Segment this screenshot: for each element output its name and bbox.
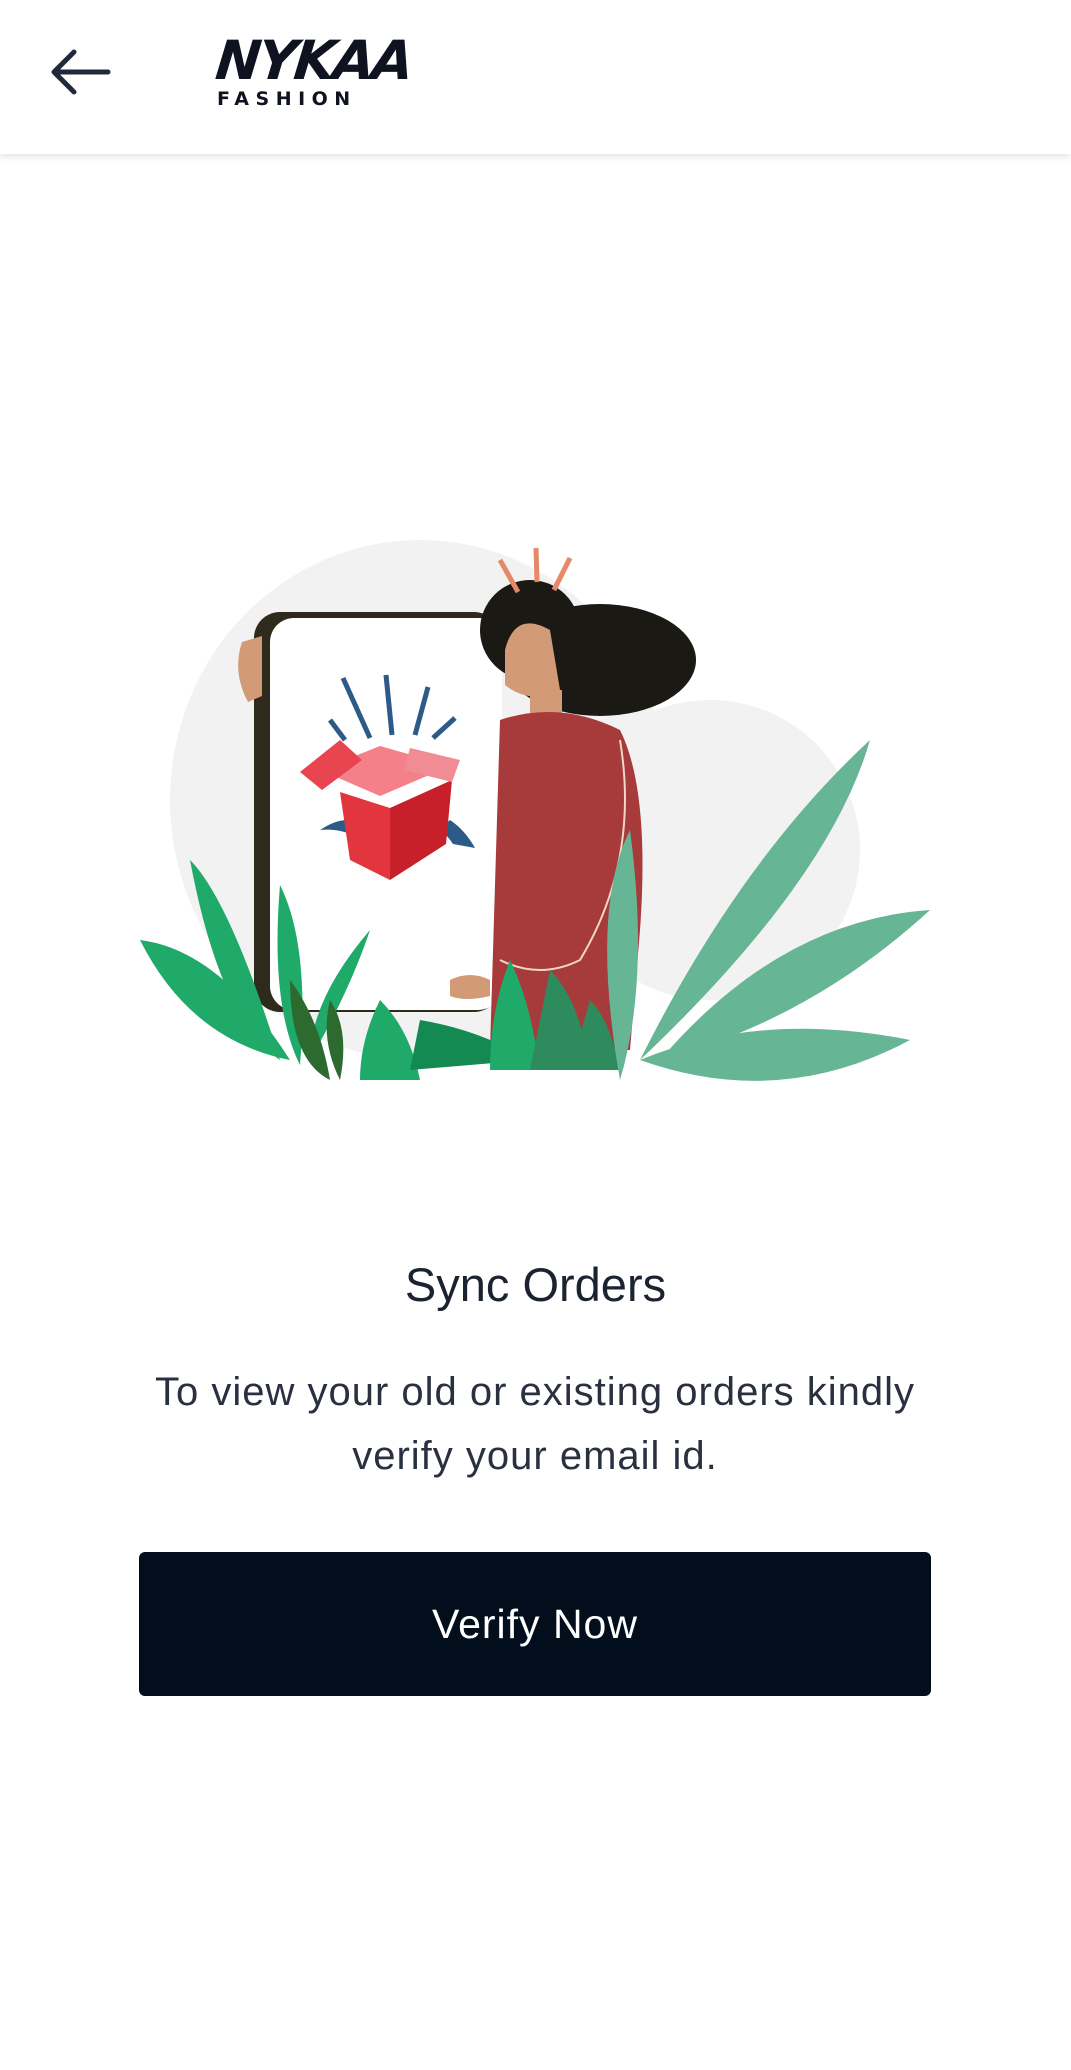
app-screen: NYKAA FASHION Sync Orders To view your o… — [0, 0, 1071, 2070]
top-app-bar: NYKAA FASHION — [0, 0, 1071, 154]
page-title: Sync Orders — [404, 1258, 667, 1311]
logo-wordmark: NYKAA — [212, 29, 415, 92]
arrow-left-icon — [51, 49, 111, 95]
back-button[interactable] — [34, 32, 124, 112]
sync-orders-description: To view your old or existing orders kind… — [154, 1370, 916, 1478]
logo-subtitle: FASHION — [217, 88, 357, 110]
nykaa-fashion-logo[interactable]: NYKAA FASHION — [213, 29, 414, 112]
sync-orders-illustration — [140, 540, 930, 1081]
verify-now-button[interactable]: Verify Now — [139, 1552, 931, 1696]
